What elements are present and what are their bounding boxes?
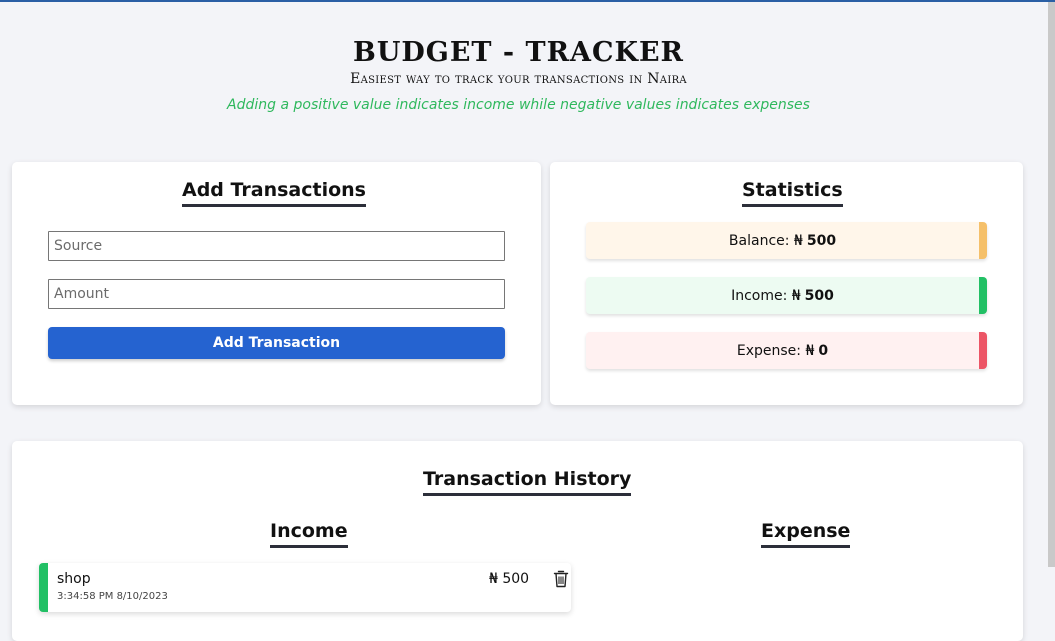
- transaction-amount: ₦ 500: [489, 571, 530, 587]
- statistics-heading: Statistics: [742, 179, 843, 207]
- transaction-timestamp: 3:34:58 PM 8/10/2023: [57, 591, 168, 602]
- usage-hint: Adding a positive value indicates income…: [227, 97, 810, 113]
- add-transactions-heading: Add Transactions: [182, 179, 366, 207]
- expense-stat: Expense: ₦ 0: [586, 332, 987, 369]
- scrollbar[interactable]: [1048, 2, 1055, 567]
- balance-label: Balance: ₦: [728, 232, 803, 249]
- balance-stat: Balance: ₦ 500: [586, 222, 987, 259]
- transaction-history-heading: Transaction History: [423, 468, 632, 496]
- expense-column-heading: Expense: [761, 520, 851, 548]
- top-border: [0, 0, 1055, 2]
- amount-input[interactable]: [48, 279, 505, 309]
- income-label: Income: ₦: [731, 287, 801, 304]
- source-input[interactable]: [48, 231, 505, 261]
- page-subtitle: Easiest way to track your transactions i…: [350, 71, 687, 87]
- transaction-name: shop: [57, 571, 91, 587]
- page-header: BUDGET - TRACKER Easiest way to track yo…: [0, 36, 1037, 114]
- income-value: 500: [804, 287, 834, 304]
- page-title: BUDGET - TRACKER: [353, 37, 684, 68]
- income-transaction-item: shop 3:34:58 PM 8/10/2023 ₦ 500: [39, 563, 571, 612]
- trash-icon[interactable]: [553, 570, 569, 588]
- expense-value: 0: [818, 342, 829, 359]
- add-transaction-button[interactable]: Add Transaction: [48, 327, 505, 359]
- expense-label: Expense: ₦: [736, 342, 815, 359]
- income-stat: Income: ₦ 500: [586, 277, 987, 314]
- income-column-heading: Income: [270, 520, 348, 548]
- balance-value: 500: [806, 232, 837, 249]
